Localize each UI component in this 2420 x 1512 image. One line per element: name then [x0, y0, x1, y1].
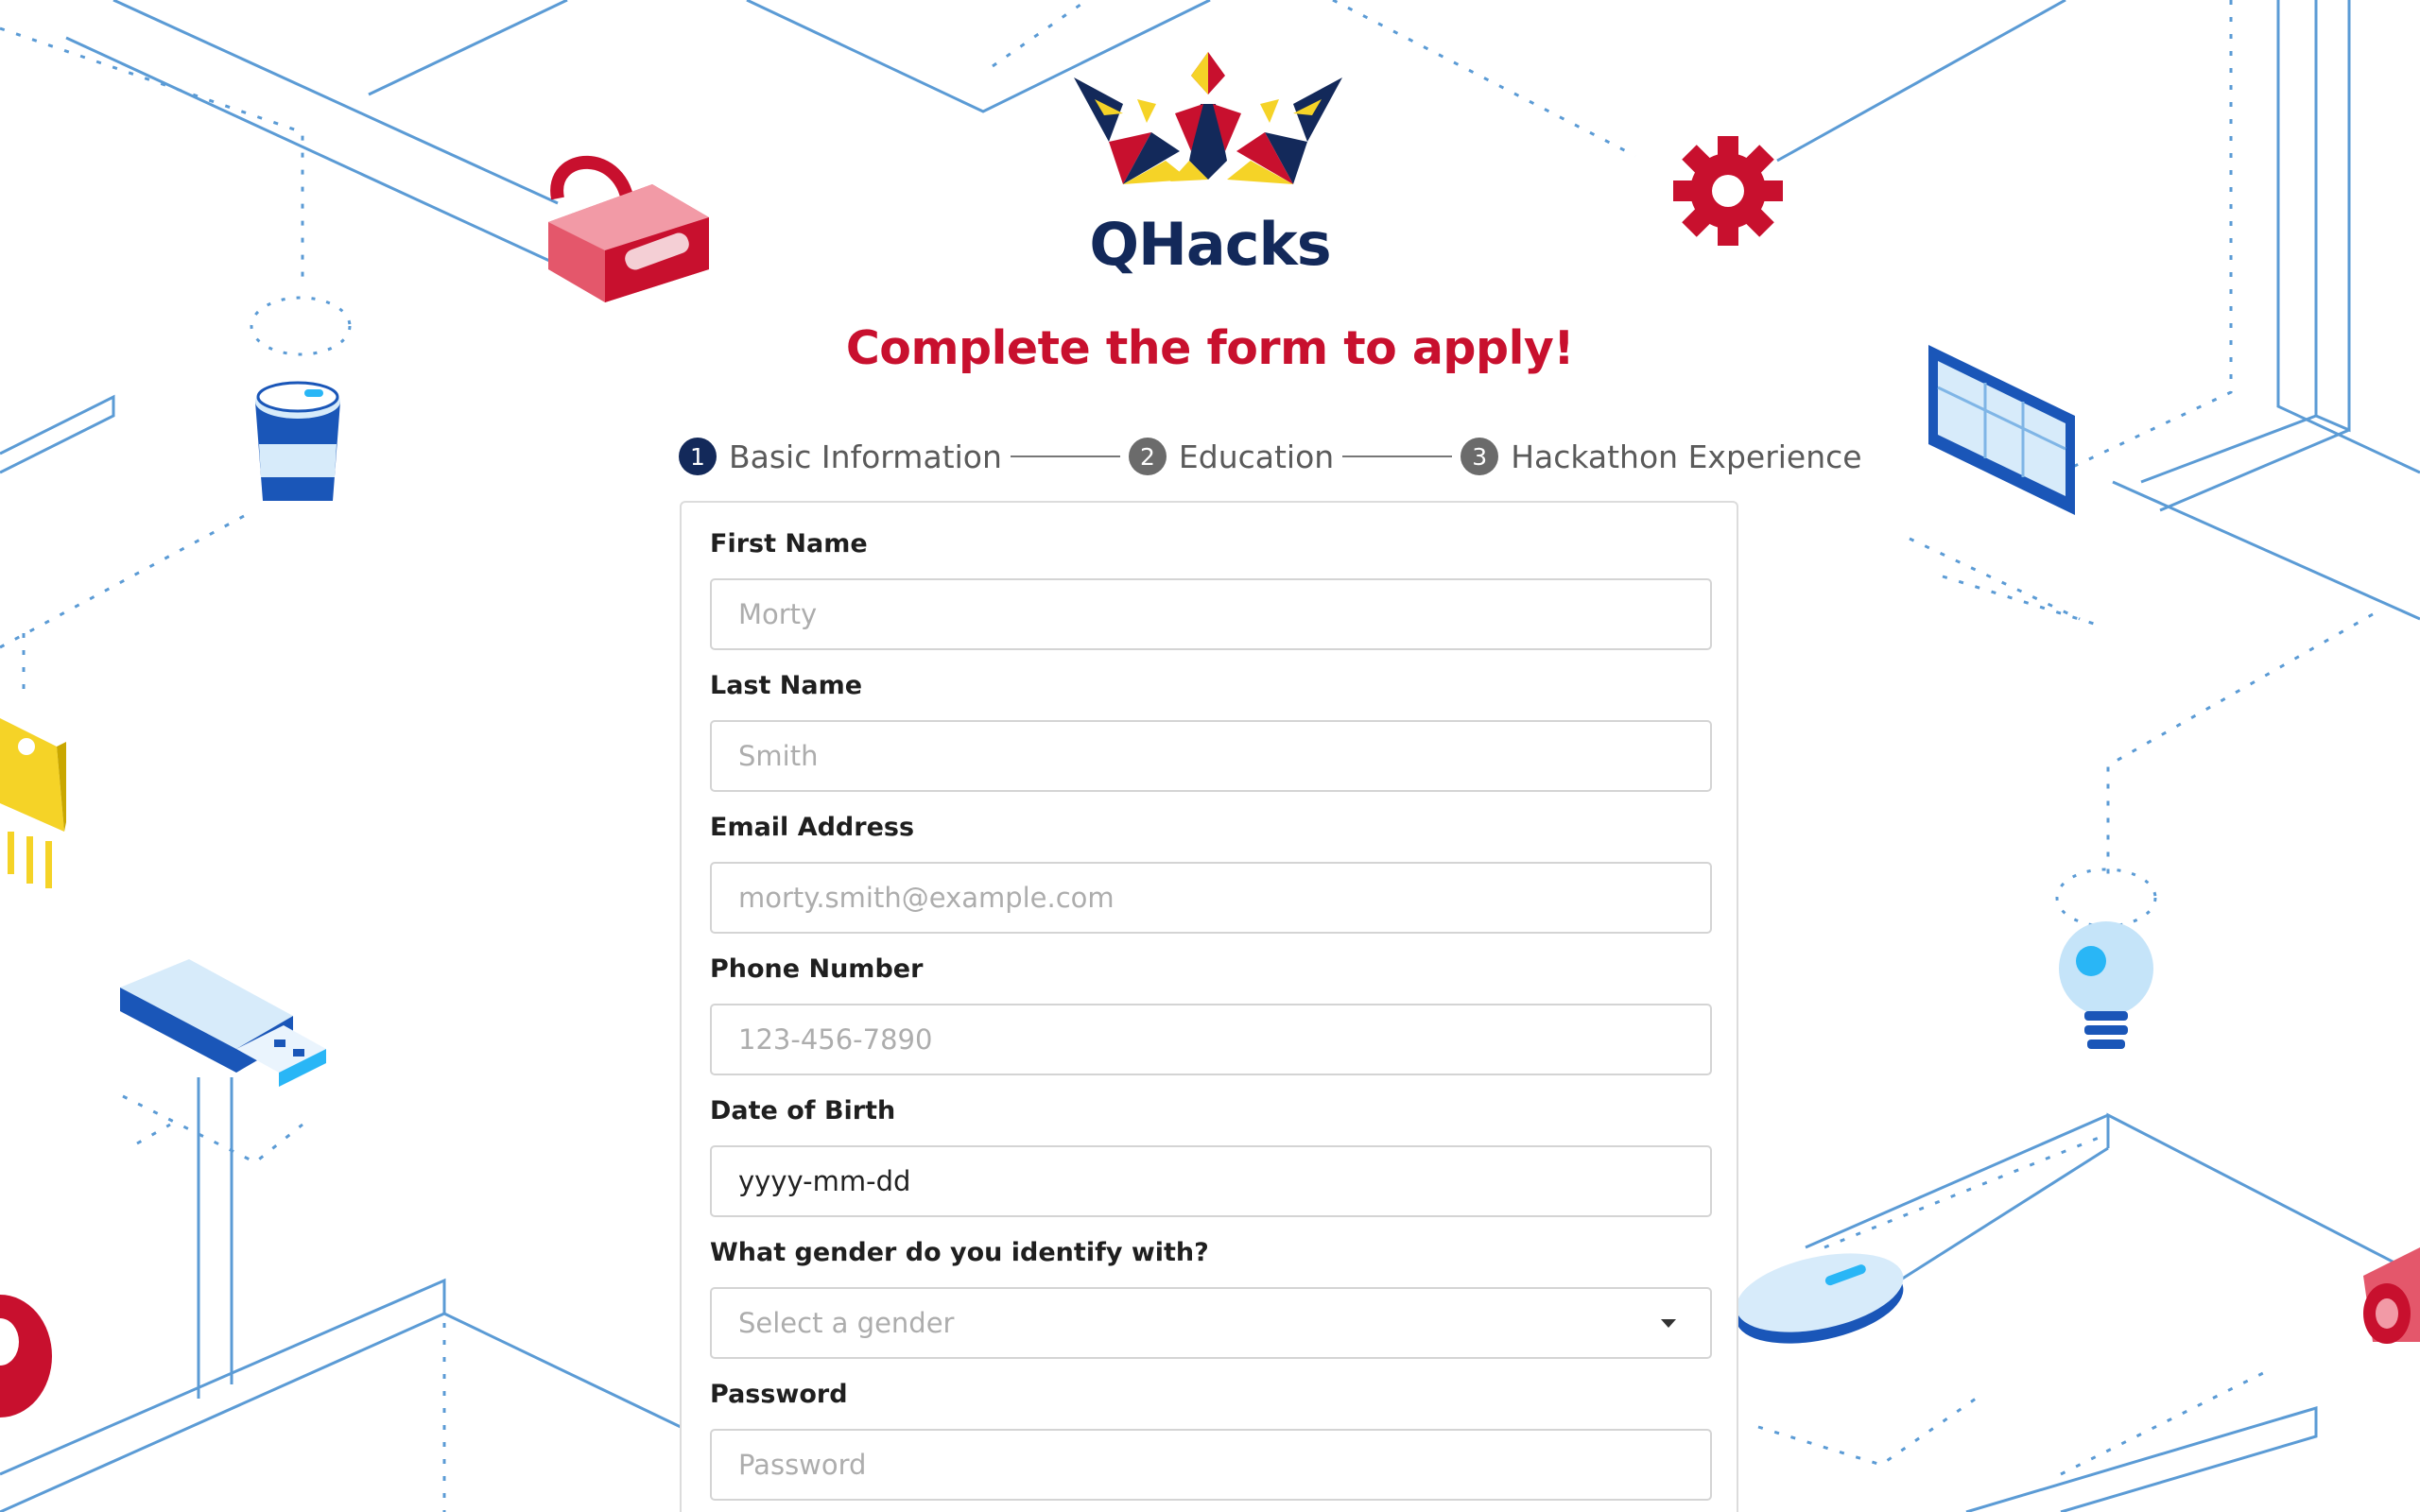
chip-icon — [0, 718, 66, 888]
last-name-field[interactable] — [710, 720, 1712, 792]
date-of-birth-field[interactable]: yyyy-mm-dd — [710, 1145, 1712, 1217]
dob-label: Date of Birth — [710, 1096, 896, 1125]
email-field[interactable] — [710, 862, 1712, 934]
red-object-right — [2363, 1247, 2420, 1344]
step-label: Basic Information — [729, 438, 1002, 475]
step-connector — [1342, 455, 1453, 457]
red-object-left — [0, 1295, 52, 1418]
password-field[interactable] — [710, 1429, 1712, 1501]
last-name-label: Last Name — [710, 671, 863, 700]
email-label: Email Address — [710, 813, 915, 842]
dob-group: Date of Birth yyyy-mm-dd — [710, 1096, 1712, 1217]
email-group: Email Address — [710, 813, 1712, 934]
step-connector — [1010, 455, 1120, 457]
phone-field[interactable] — [710, 1004, 1712, 1075]
step-education[interactable]: 2 Education — [1128, 438, 1335, 475]
password-label: Password — [710, 1380, 848, 1409]
date-format-text: yyyy-mm-dd — [738, 1165, 911, 1197]
page-title: Complete the form to apply! — [845, 321, 1575, 375]
step-label: Hackathon Experience — [1511, 438, 1862, 475]
step-basic-information[interactable]: 1 Basic Information — [679, 438, 1002, 475]
form-stepper: 1 Basic Information 2 Education 3 Hackat… — [679, 433, 1862, 480]
application-page: QHacks Complete the form to apply! 1 Bas… — [0, 0, 2420, 1512]
password-group: Password — [710, 1380, 1712, 1501]
first-name-field[interactable] — [710, 578, 1712, 650]
first-name-label: First Name — [710, 529, 868, 558]
chevron-down-icon — [1661, 1318, 1676, 1328]
coffee-cup-icon — [255, 381, 340, 501]
qhacks-crown-logo — [1074, 52, 1342, 184]
step-number: 1 — [679, 438, 717, 475]
gender-label: What gender do you identify with? — [710, 1238, 1209, 1267]
step-hackathon-experience[interactable]: 3 Hackathon Experience — [1461, 438, 1862, 475]
gender-select[interactable]: Select a gender — [710, 1287, 1712, 1359]
step-number: 2 — [1128, 438, 1167, 475]
usb-drive-icon — [120, 959, 326, 1087]
brand-name: QHacks — [1089, 210, 1331, 279]
last-name-group: Last Name — [710, 671, 1712, 792]
step-label: Education — [1178, 438, 1335, 475]
application-form: First Name Last Name Email Address Phone… — [680, 501, 1738, 1512]
phone-label: Phone Number — [710, 954, 924, 984]
step-number: 3 — [1461, 438, 1499, 475]
gender-select-placeholder: Select a gender — [738, 1307, 955, 1339]
first-name-group: First Name — [710, 529, 1712, 650]
mouse-icon — [1736, 1253, 1904, 1344]
gender-group: What gender do you identify with? Select… — [710, 1238, 1712, 1359]
lightbulb-icon — [2059, 921, 2153, 1049]
phone-group: Phone Number — [710, 954, 1712, 1075]
